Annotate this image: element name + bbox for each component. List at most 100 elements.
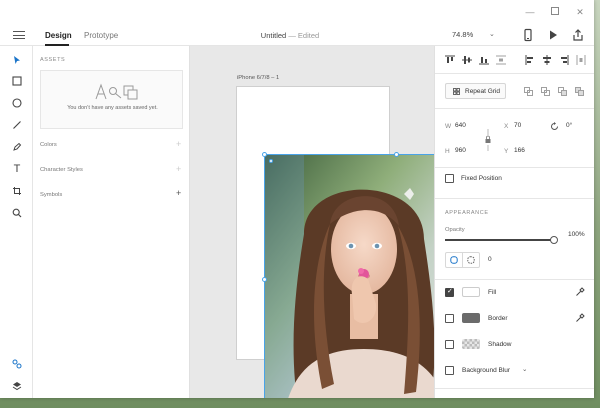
corner-radius-input[interactable]: 0	[488, 256, 492, 263]
resize-handle-top-left[interactable]	[261, 151, 267, 157]
height-label: H	[445, 148, 450, 155]
assets-empty-box: You don’t have any assets saved yet.	[40, 70, 183, 129]
fill-label: Fill	[488, 289, 497, 296]
maximize-icon[interactable]	[549, 6, 561, 18]
height-input[interactable]: 960	[455, 145, 466, 157]
document-title: Untitled — Edited	[230, 31, 350, 40]
chevron-down-icon[interactable]: ⌄	[489, 30, 495, 38]
layers-icon[interactable]	[10, 379, 24, 393]
assets-icon[interactable]	[10, 357, 24, 371]
align-center-icon[interactable]	[542, 55, 552, 65]
phone-preview-icon[interactable]	[521, 28, 535, 42]
per-corner-radius-icon	[467, 256, 475, 264]
assets-section-symbols[interactable]: Symbols	[40, 192, 62, 198]
uniform-radius-icon	[450, 256, 458, 264]
divider	[435, 167, 594, 168]
uniform-radius-button[interactable]	[446, 253, 463, 267]
resize-handle-middle-left[interactable]	[261, 276, 267, 282]
zoom-icon[interactable]	[10, 206, 24, 220]
opacity-input[interactable]: 100%	[568, 231, 585, 238]
fixed-position-label: Fixed Position	[461, 175, 502, 182]
design-canvas[interactable]: iPhone 6/7/8 – 1	[190, 46, 434, 398]
boolean-subtract-icon[interactable]	[541, 87, 550, 96]
assets-heading: ASSETS	[40, 57, 66, 63]
align-bottom-icon[interactable]	[479, 55, 489, 65]
zoom-level[interactable]: 74.8%	[452, 30, 473, 39]
add-symbol-icon[interactable]: +	[176, 188, 181, 198]
tab-prototype[interactable]: Prototype	[84, 31, 118, 40]
x-input[interactable]: 70	[514, 120, 521, 132]
distribute-horizontal-icon[interactable]	[576, 55, 586, 65]
fixed-position-checkbox[interactable]	[445, 174, 454, 183]
y-label: Y	[504, 148, 509, 155]
width-input[interactable]: 640	[455, 120, 466, 132]
shadow-checkbox[interactable]	[445, 340, 454, 349]
border-swatch[interactable]	[462, 313, 480, 323]
close-icon[interactable]: ✕	[574, 6, 586, 18]
rectangle-icon[interactable]	[10, 74, 24, 88]
repeat-grid-button[interactable]: Repeat Grid	[445, 83, 506, 99]
artboard-label[interactable]: iPhone 6/7/8 – 1	[237, 75, 279, 81]
y-input[interactable]: 166	[514, 145, 525, 157]
assets-section-character-styles[interactable]: Character Styles	[40, 167, 83, 173]
divider	[435, 198, 594, 199]
ellipse-icon[interactable]	[10, 96, 24, 110]
background-blur-label: Background Blur	[462, 367, 511, 374]
fill-checkbox[interactable]	[445, 287, 454, 297]
divider	[435, 279, 594, 280]
shadow-swatch[interactable]	[462, 339, 480, 349]
share-icon[interactable]	[571, 28, 585, 42]
eyedropper-icon[interactable]	[575, 313, 585, 323]
x-label: X	[504, 123, 509, 130]
add-character-style-icon[interactable]: +	[176, 164, 181, 174]
background-blur-checkbox[interactable]	[445, 366, 454, 375]
corner-radius-handle[interactable]	[269, 159, 273, 163]
opacity-slider-thumb[interactable]	[550, 236, 558, 244]
hamburger-menu-icon[interactable]	[13, 29, 25, 41]
rotation-icon	[551, 122, 558, 130]
opacity-label: Opacity	[445, 227, 465, 233]
align-left-icon[interactable]	[525, 55, 535, 65]
appearance-heading: APPEARANCE	[445, 210, 489, 216]
tab-prototype-label: Prototype	[84, 31, 119, 40]
divider	[435, 388, 594, 389]
assets-panel: ASSETS You don’t have any assets saved y…	[33, 46, 190, 398]
border-checkbox[interactable]	[445, 314, 454, 323]
divider	[435, 108, 594, 109]
corner-radius-toggle	[445, 252, 480, 268]
divider	[435, 73, 594, 74]
align-middle-icon[interactable]	[462, 55, 472, 65]
chevron-down-icon[interactable]: ⌄	[522, 365, 527, 373]
opacity-slider-track[interactable]	[445, 239, 555, 241]
fill-swatch[interactable]	[462, 287, 480, 297]
line-icon[interactable]	[10, 118, 24, 132]
boolean-exclude-icon[interactable]	[575, 87, 584, 96]
property-inspector: Repeat Grid W 640 H 960 X 70 Y 166 0° Fi…	[434, 46, 594, 398]
select-icon[interactable]	[10, 53, 24, 67]
pen-icon[interactable]	[10, 140, 24, 154]
document-separator: —	[288, 31, 296, 40]
rotation-input[interactable]: 0°	[566, 120, 572, 132]
border-label: Border	[488, 315, 508, 322]
selection-box	[264, 154, 434, 398]
play-icon[interactable]	[546, 28, 560, 42]
distribute-vertical-icon[interactable]	[496, 55, 506, 65]
tab-design[interactable]: Design	[45, 31, 72, 46]
boolean-add-icon[interactable]	[524, 87, 533, 96]
artboard-icon[interactable]	[10, 184, 24, 198]
assets-empty-message: You don’t have any assets saved yet.	[67, 105, 158, 111]
repeat-grid-label: Repeat Grid	[465, 88, 501, 95]
resize-handle-top-center[interactable]	[393, 151, 399, 157]
minimize-icon[interactable]: —	[524, 6, 536, 18]
per-corner-radius-button[interactable]	[463, 253, 480, 267]
add-color-icon[interactable]: +	[176, 139, 181, 149]
text-icon[interactable]: T	[10, 162, 24, 176]
align-right-icon[interactable]	[559, 55, 569, 65]
lock-aspect-icon[interactable]	[484, 129, 492, 151]
assets-section-colors[interactable]: Colors	[40, 142, 57, 148]
eyedropper-icon[interactable]	[575, 287, 585, 297]
align-top-icon[interactable]	[445, 55, 455, 65]
boolean-intersect-icon[interactable]	[558, 87, 567, 96]
width-label: W	[445, 123, 452, 130]
document-name: Untitled	[260, 31, 287, 40]
